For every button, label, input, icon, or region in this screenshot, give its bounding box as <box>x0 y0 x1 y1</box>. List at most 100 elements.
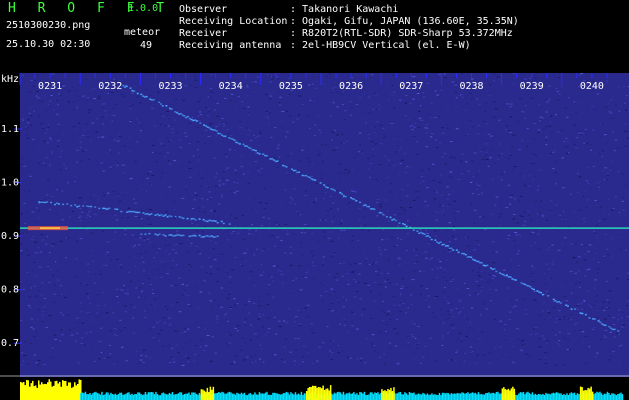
activity-bar <box>96 393 99 400</box>
noise-speck <box>57 279 60 281</box>
noise-speck <box>209 360 213 362</box>
noise-speck <box>506 238 510 240</box>
noise-speck <box>225 342 228 344</box>
noise-speck <box>570 193 572 195</box>
activity-bar <box>203 390 206 400</box>
noise-speck <box>64 296 67 298</box>
noise-speck <box>542 310 544 312</box>
trace-speck <box>146 213 149 215</box>
activity-bar <box>158 395 160 400</box>
activity-bar <box>215 393 217 400</box>
noise-speck <box>103 194 105 196</box>
activity-bar <box>173 394 175 400</box>
trace-speck <box>185 116 188 119</box>
noise-speck <box>226 167 230 169</box>
noise-speck <box>146 177 149 179</box>
noise-speck <box>549 125 551 127</box>
noise-speck <box>519 233 521 235</box>
noise-speck <box>303 232 306 234</box>
noise-speck <box>537 233 540 235</box>
noise-speck <box>109 149 111 151</box>
noise-speck <box>368 264 371 266</box>
activity-bar <box>54 381 56 400</box>
noise-speck <box>439 206 441 208</box>
noise-speck <box>319 295 322 297</box>
activity-bar <box>261 393 264 400</box>
noise-speck <box>51 196 54 197</box>
noise-speck <box>355 281 357 283</box>
noise-speck <box>246 85 249 87</box>
noise-speck <box>306 316 309 318</box>
activity-bar <box>206 387 209 400</box>
noise-speck <box>545 126 548 128</box>
activity-bar <box>116 395 118 400</box>
noise-speck <box>582 341 584 343</box>
noise-speck <box>202 132 204 134</box>
trace-speck <box>359 201 361 204</box>
noise-speck <box>266 304 270 306</box>
noise-speck <box>260 264 262 266</box>
noise-speck <box>112 190 115 192</box>
noise-speck <box>486 151 488 153</box>
noise-speck <box>364 260 367 262</box>
noise-speck <box>514 232 518 233</box>
noise-speck <box>471 270 474 272</box>
noise-speck <box>89 140 92 142</box>
noise-speck <box>305 190 307 192</box>
noise-speck <box>378 268 381 270</box>
noise-speck <box>258 300 260 302</box>
activity-bar <box>282 393 285 400</box>
noise-speck <box>431 269 433 271</box>
noise-speck <box>196 127 200 129</box>
y-tick-label: 0.8 <box>1 285 19 296</box>
noise-speck <box>114 334 116 336</box>
activity-bar <box>90 394 93 400</box>
trace-speck <box>238 143 241 145</box>
trace-speck <box>242 143 245 146</box>
noise-speck <box>302 104 304 105</box>
noise-speck <box>560 86 563 88</box>
noise-speck <box>219 253 221 255</box>
noise-speck <box>29 107 32 109</box>
noise-speck <box>544 362 548 364</box>
noise-speck <box>187 361 189 363</box>
noise-speck <box>394 327 397 329</box>
noise-speck <box>601 150 605 152</box>
receiver-value: : R820T2(RTL-SDR) SDR-Sharp 53.372MHz <box>290 28 513 39</box>
noise-speck <box>401 159 404 161</box>
activity-bar <box>323 390 326 400</box>
noise-speck <box>307 146 309 148</box>
noise-speck <box>617 236 620 238</box>
activity-bar <box>540 394 543 400</box>
spectrogram-chart: 0231 0232 0233 0234 0235 0236 0237 0238 0239 0240… <box>0 73 629 400</box>
noise-speck <box>259 315 261 317</box>
trace-speck <box>174 111 177 113</box>
noise-speck <box>100 213 103 215</box>
activity-bar <box>290 392 292 400</box>
noise-speck <box>128 151 131 153</box>
noise-speck <box>31 236 35 238</box>
noise-speck <box>201 206 205 208</box>
noise-speck <box>343 262 345 264</box>
noise-speck <box>429 258 432 260</box>
noise-speck <box>117 203 120 204</box>
noise-speck <box>340 142 343 144</box>
noise-speck <box>308 84 311 86</box>
noise-speck <box>151 152 154 153</box>
noise-speck <box>512 134 516 136</box>
noise-speck <box>267 74 269 76</box>
trace-speck <box>76 206 79 208</box>
noise-speck <box>113 139 116 141</box>
trace-speck <box>480 262 483 264</box>
trace-speck <box>477 260 480 263</box>
noise-speck <box>411 125 414 127</box>
noise-speck <box>575 242 577 244</box>
noise-speck <box>102 123 104 125</box>
noise-speck <box>279 96 282 98</box>
noise-speck <box>174 330 177 332</box>
noise-speck <box>195 194 198 196</box>
noise-speck <box>541 214 545 216</box>
noise-speck <box>228 148 232 150</box>
noise-speck <box>342 104 344 106</box>
noise-speck <box>238 121 242 123</box>
